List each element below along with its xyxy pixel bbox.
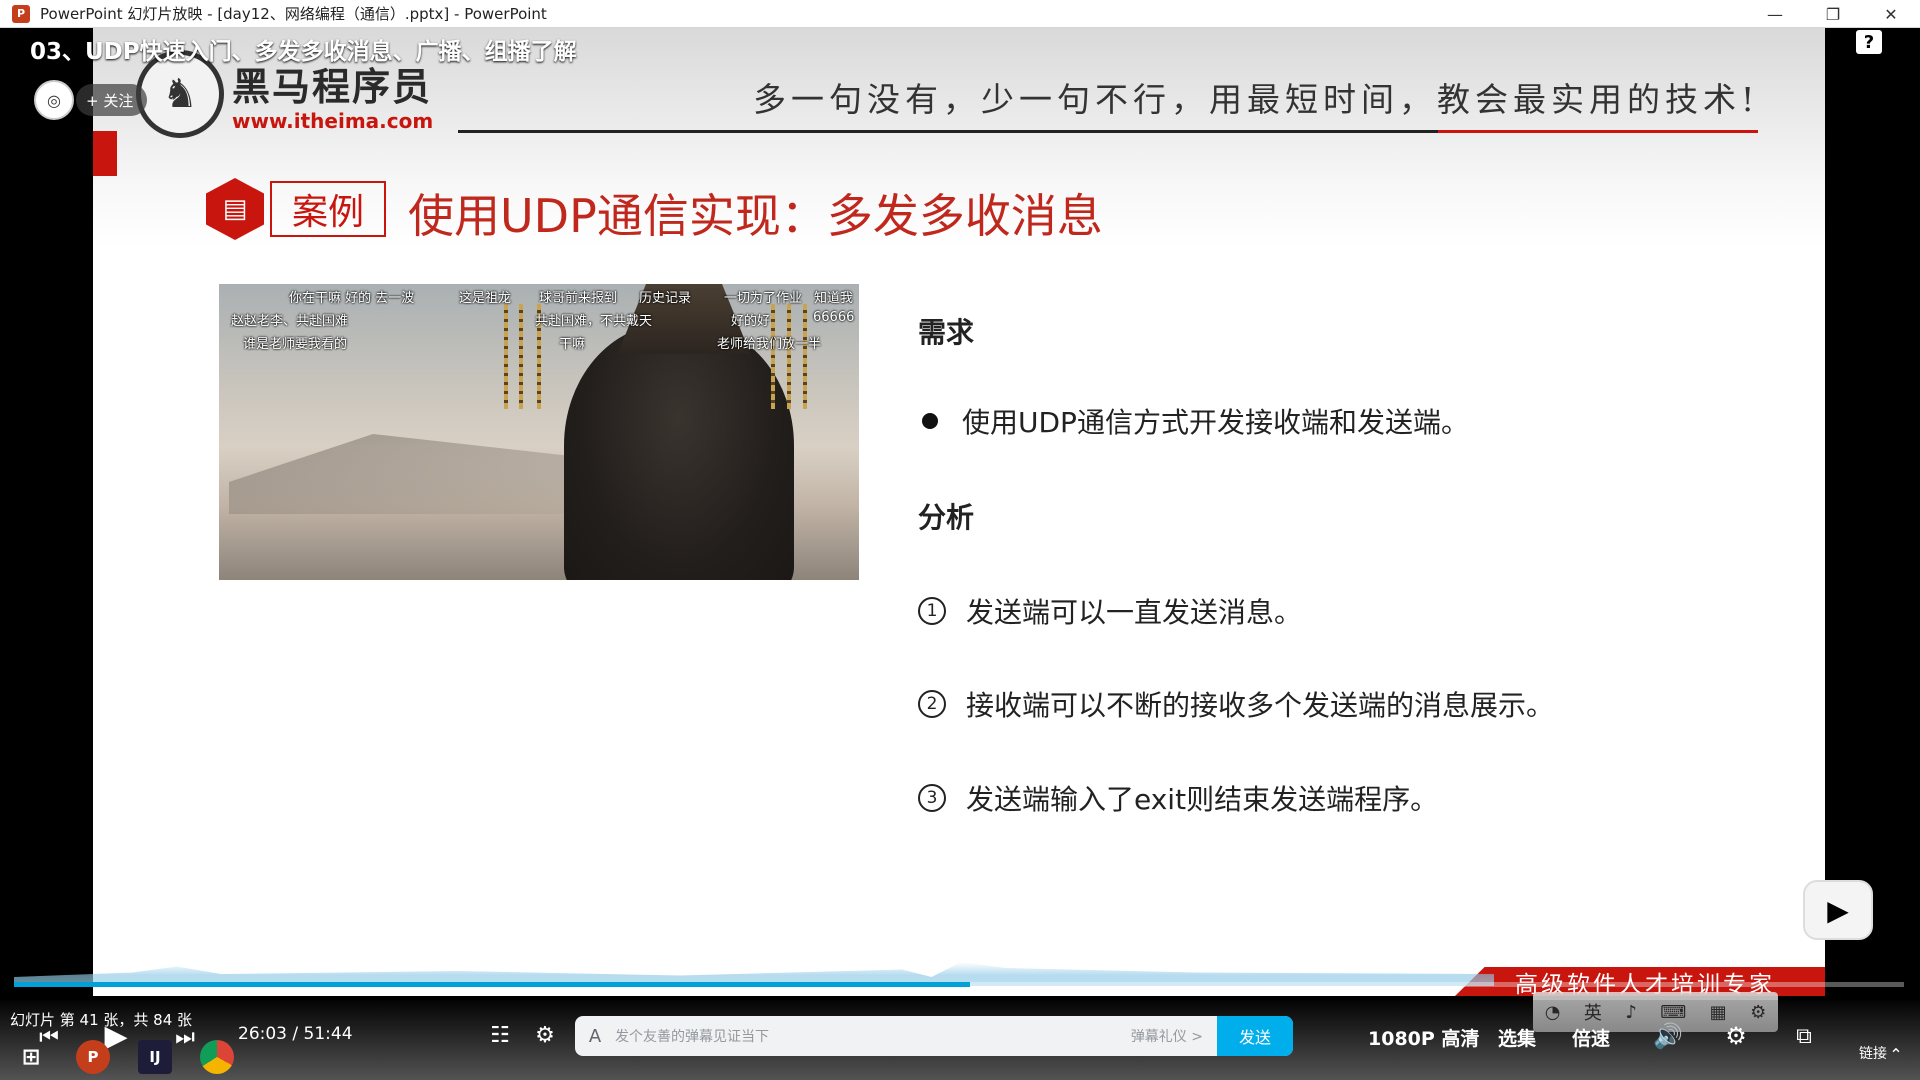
requirement-heading: 需求 xyxy=(918,316,975,349)
case-label: 案例 xyxy=(270,181,387,237)
red-accent-block xyxy=(93,131,117,176)
window-controls: — ❐ ✕ xyxy=(1746,0,1920,28)
chrome-taskbar-icon[interactable] xyxy=(200,1040,234,1074)
close-button[interactable]: ✕ xyxy=(1862,0,1920,28)
bullet-icon xyxy=(922,413,938,429)
danmaku-settings-icon[interactable]: ⚙ xyxy=(530,1020,560,1050)
step-text: 发送端可以一直发送消息。 xyxy=(966,596,1303,629)
danmaku-toggle-icon[interactable]: ☷ xyxy=(485,1020,515,1050)
danmaku-comment: 这是祖龙 xyxy=(459,291,512,306)
chevron-up-icon[interactable]: ⌃ xyxy=(1886,1044,1906,1064)
quality-selector[interactable]: 1080P 高清 xyxy=(1368,1024,1479,1051)
slide-title: 使用UDP通信实现：多发多收消息 xyxy=(408,189,1103,243)
danmaku-etiquette-link[interactable]: 弹幕礼仪 > xyxy=(1131,1026,1203,1046)
danmaku-comment: 赵赵老李、共赴国难 xyxy=(231,314,349,329)
window-title: PowerPoint 幻灯片放映 - [day12、网络编程（通信）.pptx]… xyxy=(40,5,547,23)
slogan: 多一句没有，少一句不行，用最短时间，教会最实用的技术! xyxy=(753,80,1760,119)
danmaku-comment: 一切为了作业 xyxy=(724,291,803,306)
episodes-button[interactable]: 选集 xyxy=(1498,1024,1536,1051)
window-titlebar: P PowerPoint 幻灯片放映 - [day12、网络编程（通信）.ppt… xyxy=(0,0,1920,28)
video-title: 03、UDP快速入门、多发多收消息、广播、组播了解 xyxy=(30,39,577,65)
video-roof-shape xyxy=(229,434,589,514)
danmaku-comment: 球哥前来报到 xyxy=(539,291,618,306)
requirement-item: 使用UDP通信方式开发接收端和发送端。 xyxy=(918,401,1469,441)
analysis-heading: 分析 xyxy=(918,501,975,534)
logo-url: www.itheima.com xyxy=(232,108,434,133)
danmaku-style-icon[interactable]: A xyxy=(575,1026,615,1047)
analysis-step: 1 发送端可以一直发送消息。 xyxy=(918,591,1302,631)
slogan-underline-accent xyxy=(1438,130,1758,133)
total-time: 51:44 xyxy=(303,1024,353,1044)
taskbar: ⊞ P IJ xyxy=(14,1040,262,1074)
video-beads-shape xyxy=(504,304,508,409)
requirement-text: 使用UDP通信方式开发接收端和发送端。 xyxy=(962,406,1469,439)
danmaku-input-bar: A 发个友善的弹幕见证当下 弹幕礼仪 > 发送 xyxy=(575,1016,1293,1056)
step-text: 接收端可以不断的接收多个发送端的消息展示。 xyxy=(966,689,1555,722)
document-icon: ▤ xyxy=(206,178,264,240)
danmaku-comment: 知道我 xyxy=(814,291,854,306)
send-button[interactable]: 发送 xyxy=(1217,1016,1293,1056)
danmaku-comment: 你在干嘛 好的 去一波 xyxy=(289,291,415,306)
video-figure-shape xyxy=(564,324,794,580)
picture-in-picture-icon[interactable]: ⧉ xyxy=(1788,1020,1820,1052)
danmaku-comment: 谁是老师要我看的 xyxy=(243,337,348,352)
restore-button[interactable]: ❐ xyxy=(1804,0,1862,28)
settings-icon[interactable]: ⚙ xyxy=(1720,1020,1752,1052)
video-beads-shape xyxy=(803,304,807,409)
danmaku-comment: 老师给我们放一半 xyxy=(717,337,822,352)
danmaku-comment: 干嘛 xyxy=(559,337,586,352)
analysis-step: 2 接收端可以不断的接收多个发送端的消息展示。 xyxy=(918,684,1554,724)
mini-player-icon[interactable]: ▶ xyxy=(1803,880,1873,940)
powerpoint-taskbar-icon[interactable]: P xyxy=(76,1040,110,1074)
analysis-step: 3 发送端输入了exit则结束发送端程序。 xyxy=(918,778,1438,818)
powerpoint-icon: P xyxy=(12,4,30,23)
time-separator: / xyxy=(292,1024,299,1044)
windows-start-icon[interactable]: ⊞ xyxy=(14,1040,48,1074)
uploader-avatar[interactable]: ◎ xyxy=(34,80,74,120)
step-number: 2 xyxy=(918,690,946,718)
danmaku-comment: 好的好 xyxy=(731,314,771,329)
embedded-video-frame[interactable]: 你在干嘛 好的 去一波 这是祖龙 球哥前来报到 历史记录 一切为了作业 知道我 … xyxy=(219,284,859,580)
slide-canvas: ♞ 黑马程序员 www.itheima.com 多一句没有，少一句不行，用最短时… xyxy=(93,28,1825,996)
danmaku-comment: 历史记录 xyxy=(639,291,692,306)
volume-icon[interactable]: 🔊 xyxy=(1652,1020,1684,1052)
follow-button[interactable]: + 关注 xyxy=(76,84,148,116)
help-icon[interactable]: ? xyxy=(1856,30,1882,54)
intellij-taskbar-icon[interactable]: IJ xyxy=(138,1040,172,1074)
step-number: 1 xyxy=(918,597,946,625)
step-number: 3 xyxy=(918,784,946,812)
danmaku-comment: 66666 xyxy=(813,310,855,325)
progress-bar[interactable] xyxy=(14,982,1904,987)
speed-button[interactable]: 倍速 xyxy=(1572,1024,1610,1051)
video-beads-shape xyxy=(519,304,523,409)
danmaku-comment: 共赴国难，不共戴天 xyxy=(535,314,653,329)
step-text: 发送端输入了exit则结束发送端程序。 xyxy=(966,783,1439,816)
progress-fill xyxy=(14,982,971,987)
danmaku-input[interactable]: 发个友善的弹幕见证当下 xyxy=(615,1026,1131,1046)
minimize-button[interactable]: — xyxy=(1746,0,1804,28)
video-beads-shape xyxy=(771,304,775,409)
video-beads-shape xyxy=(787,304,791,409)
case-tag: ▤ 案例 xyxy=(206,178,387,240)
